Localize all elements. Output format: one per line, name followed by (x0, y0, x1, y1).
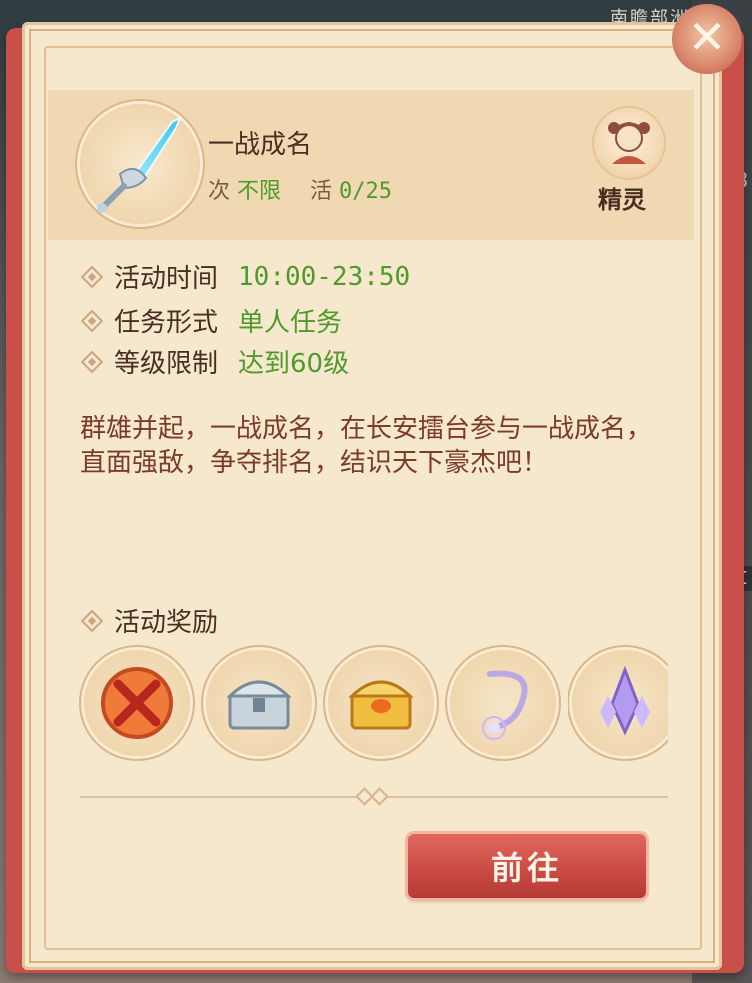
diamond-bullet-icon (80, 350, 104, 373)
diamond-bullet-icon (80, 265, 104, 288)
glowing-sword-icon (97, 115, 182, 213)
activity-description: 群雄并起，一战成名，在长安擂台参与一战成名，直面强敌，争夺排名，结识天下豪杰吧！ (80, 414, 653, 478)
reward-item[interactable] (84, 650, 190, 756)
info-value: 单人任务 (238, 308, 343, 338)
purple-crystal-icon (600, 665, 650, 736)
vitality-value: 0/25 (339, 179, 393, 204)
close-button[interactable]: ✕ (672, 4, 742, 74)
info-row-level: 等级限制 达到60级 (80, 343, 350, 380)
info-row-time: 活动时间 10:00-23:50 (80, 258, 411, 295)
spirit-label: 精灵 (598, 186, 646, 214)
diamond-bullet-icon (80, 609, 104, 632)
reward-item[interactable] (572, 650, 668, 756)
reward-item[interactable] (206, 650, 312, 756)
purple-comet-icon (482, 670, 528, 740)
count-value: 不限 (237, 179, 282, 204)
silver-chest-icon (226, 680, 292, 730)
info-label: 等级限制 (114, 349, 219, 379)
gold-chest-icon (348, 680, 414, 730)
diamond-bullet-icon (80, 309, 104, 332)
activity-title: 一战成名 (208, 130, 313, 160)
divider-ornament-icon (355, 787, 389, 806)
go-button-label: 前往 (490, 849, 563, 887)
reward-clip (568, 642, 668, 762)
activity-stats: 次 不限 活 0/25 (208, 173, 414, 205)
info-row-format: 任务形式 单人任务 (80, 302, 343, 339)
reward-item[interactable] (450, 650, 556, 756)
info-label: 任务形式 (114, 308, 219, 338)
vitality-label: 活 (310, 179, 333, 204)
info-label: 活动时间 (114, 264, 219, 294)
info-value: 10:00-23:50 (238, 261, 411, 292)
info-value: 达到60级 (238, 349, 350, 379)
activity-icon-frame (80, 104, 200, 224)
spirit-avatar-icon (608, 122, 650, 164)
spirit-button[interactable] (594, 108, 664, 178)
close-x-icon: ✕ (687, 10, 727, 64)
rewards-heading: 活动奖励 (80, 602, 219, 639)
crossed-swords-badge-icon (101, 667, 173, 739)
go-button[interactable]: 前往 (408, 834, 646, 898)
rewards-title: 活动奖励 (114, 608, 219, 638)
reward-item[interactable] (328, 650, 434, 756)
count-label: 次 (208, 179, 231, 204)
